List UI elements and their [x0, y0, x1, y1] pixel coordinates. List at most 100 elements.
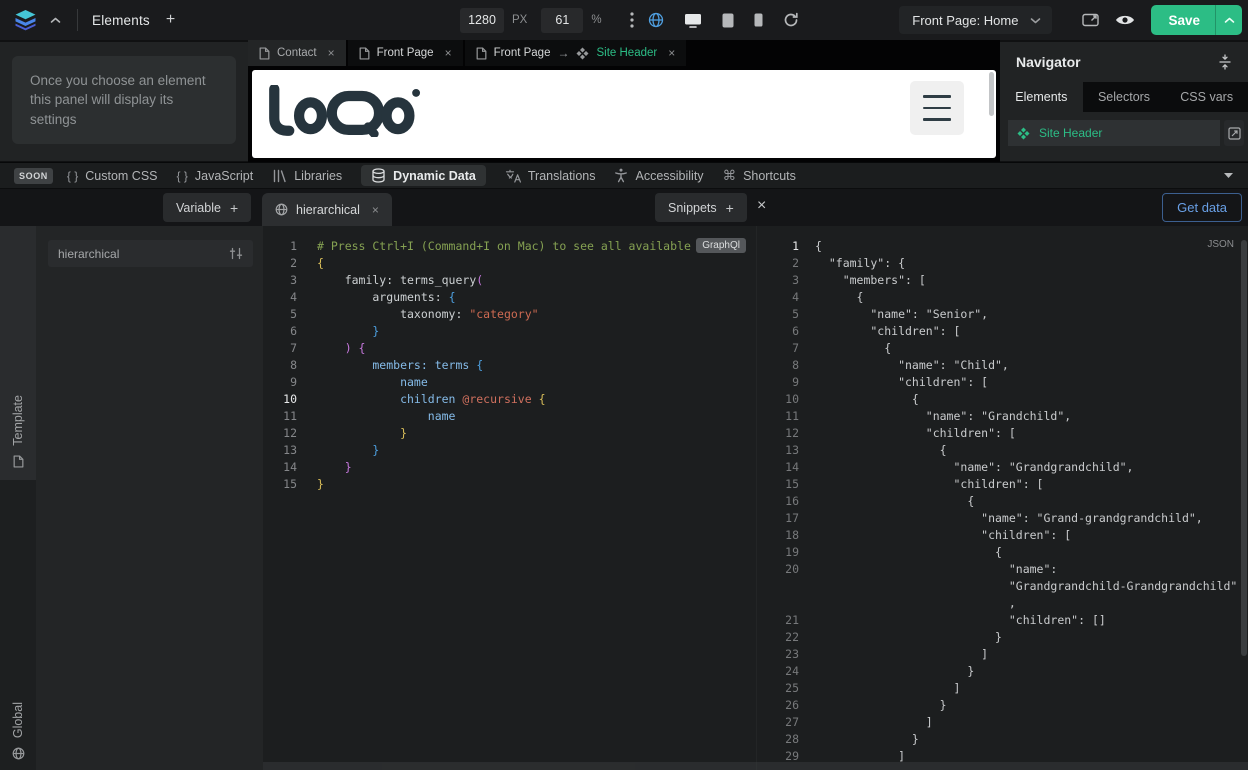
toolbar-item-label: JavaScript [195, 169, 253, 183]
preview-tab[interactable]: Front Page→Site Header× [465, 40, 687, 66]
close-panel-button[interactable]: × [757, 197, 766, 215]
line-number: 20 [757, 561, 799, 578]
database-icon [371, 168, 386, 183]
navigator-tab-elements[interactable]: Elements [1000, 82, 1083, 112]
arrow-right-icon: → [557, 46, 569, 60]
result-scrollbar[interactable] [1241, 240, 1247, 656]
toolbar-item-shortcuts[interactable]: ⌘Shortcuts [723, 168, 796, 184]
variable-button-label: Variable [176, 201, 221, 215]
scope-tab-template[interactable]: Template [0, 226, 36, 480]
code-line: 10 children @recursive { [263, 391, 756, 408]
add-snippet-button[interactable]: Snippets + [655, 193, 747, 222]
toolbar-item-translations[interactable]: Translations [505, 169, 596, 183]
toolbar-chevron-down-icon[interactable] [1223, 172, 1234, 179]
translate-icon [505, 169, 521, 183]
line-number: 19 [757, 544, 799, 561]
preview-eye-icon[interactable] [1115, 13, 1135, 27]
code-line: 27 ] [757, 714, 1248, 731]
toolbar-item-javascript[interactable]: { } JavaScript [177, 169, 254, 183]
preview-tab-label: Front Page [494, 47, 551, 59]
fullscreen-icon[interactable] [1082, 13, 1099, 27]
line-number: 3 [757, 272, 799, 289]
line-number: 15 [757, 476, 799, 493]
navigator-item-site-header[interactable]: Site Header [1008, 120, 1220, 146]
horizontal-scrollbar[interactable] [263, 762, 1248, 770]
line-number: 12 [757, 425, 799, 442]
braces-icon: { } [177, 169, 188, 183]
site-logo [266, 85, 422, 137]
navigator-tab-css-vars[interactable]: CSS vars [1165, 82, 1248, 112]
desktop-device-icon[interactable] [684, 13, 702, 28]
toolbar-item-accessibility[interactable]: Accessibility [614, 168, 703, 183]
line-number: 8 [757, 357, 799, 374]
phone-device-icon[interactable] [754, 13, 763, 27]
refresh-icon[interactable] [783, 12, 799, 28]
code-line: 23 ] [757, 646, 1248, 663]
save-button[interactable]: Save [1151, 5, 1242, 35]
elements-label: Elements [92, 13, 150, 28]
zoom-input[interactable] [541, 8, 583, 33]
code-text: taxonomy: "category" [317, 306, 539, 323]
collapse-panel-icon[interactable] [1218, 54, 1232, 70]
variable-list-item[interactable]: hierarchical [48, 240, 253, 267]
globe-icon[interactable] [648, 12, 664, 28]
open-frame-button[interactable] [1224, 120, 1244, 146]
preview-scrollbar[interactable] [989, 72, 994, 116]
close-tab-button[interactable]: × [372, 203, 379, 217]
line-number: 6 [757, 323, 799, 340]
save-options-chevron-icon[interactable] [1216, 17, 1242, 24]
close-tab-button[interactable]: × [668, 46, 675, 60]
code-text: family: terms_query( [317, 272, 483, 289]
json-result-viewer[interactable]: 1{2 "family": {3 "members": [4 {5 "name"… [756, 226, 1248, 770]
code-line: 15 "children": [ [757, 476, 1248, 493]
add-element-button[interactable]: + [166, 11, 175, 29]
code-text: "members": [ [815, 272, 926, 289]
add-variable-button[interactable]: Variable + [163, 193, 251, 222]
line-number: 8 [263, 357, 297, 374]
close-tab-button[interactable]: × [328, 46, 335, 60]
line-number: 22 [757, 629, 799, 646]
preview-tab[interactable]: Contact× [248, 40, 346, 66]
hamburger-menu-button[interactable] [910, 81, 964, 135]
close-tab-button[interactable]: × [445, 46, 452, 60]
query-tab-hierarchical[interactable]: hierarchical × [262, 193, 392, 226]
graphql-query-editor[interactable]: 1# Press Ctrl+I (Command+I on Mac) to se… [263, 226, 756, 770]
preview-canvas[interactable] [252, 70, 996, 158]
line-number: 14 [263, 459, 297, 476]
viewport-width-input[interactable] [460, 8, 504, 33]
page-selector-dropdown[interactable]: Front Page: Home [899, 6, 1052, 34]
toolbar-item-libraries[interactable]: Libraries [272, 169, 342, 183]
code-text: "Grandgrandchild-Grandgrandchild" [815, 578, 1237, 595]
toolbar-item-dynamic-data[interactable]: Dynamic Data [361, 165, 486, 186]
kebab-menu-icon[interactable] [630, 12, 634, 28]
navigator-tab-selectors[interactable]: Selectors [1083, 82, 1166, 112]
line-number: 24 [757, 663, 799, 680]
line-number: 7 [757, 340, 799, 357]
line-number: 26 [757, 697, 799, 714]
app-logo-icon[interactable] [13, 10, 38, 31]
line-number: 18 [757, 527, 799, 544]
line-number: 12 [263, 425, 297, 442]
toolbar-item-label: Translations [528, 169, 596, 183]
code-text: { [815, 391, 919, 408]
settings-hint-text: Once you choose an element this panel wi… [30, 73, 206, 127]
toolbar-item-custom-css[interactable]: { }Custom CSS [67, 169, 158, 183]
toolbar-item-label: Shortcuts [743, 169, 796, 183]
page-icon [359, 47, 370, 60]
code-text: } [815, 697, 947, 714]
chevron-up-icon[interactable] [50, 17, 61, 24]
code-text: { [815, 442, 947, 459]
get-data-button[interactable]: Get data [1162, 193, 1242, 222]
code-text: } [317, 459, 352, 476]
sliders-icon[interactable] [229, 247, 243, 260]
tablet-device-icon[interactable] [722, 13, 734, 28]
books-icon [272, 169, 287, 183]
preview-tab[interactable]: Front Page× [348, 40, 463, 66]
scope-tab-global[interactable]: Global [0, 650, 36, 770]
code-line: 10 { [757, 391, 1248, 408]
toolbar-item-label: Dynamic Data [393, 169, 476, 183]
line-number: 25 [757, 680, 799, 697]
line-number: 5 [263, 306, 297, 323]
code-text: "name": "Child", [815, 357, 1009, 374]
code-text: "children": [ [815, 425, 1016, 442]
